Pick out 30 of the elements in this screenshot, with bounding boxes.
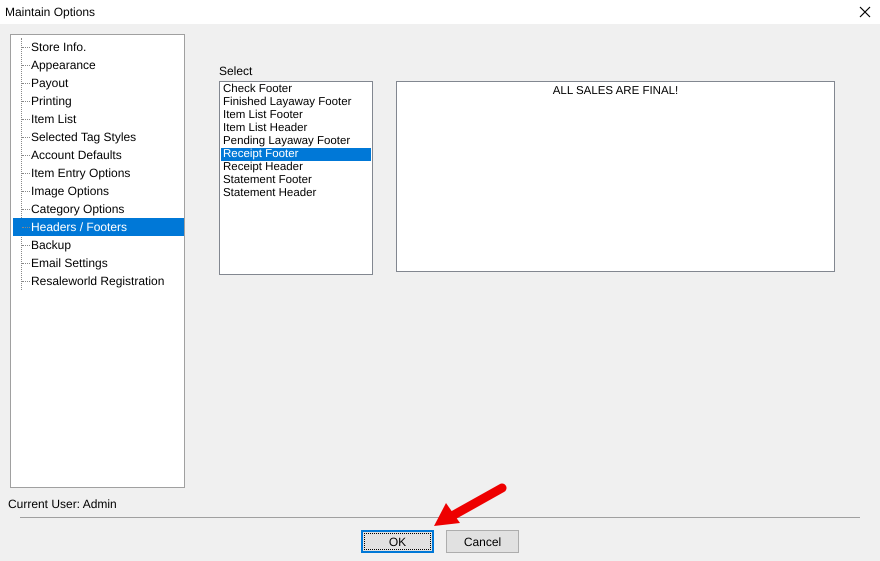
tree-item[interactable]: Appearance: [31, 56, 184, 74]
text-area[interactable]: ALL SALES ARE FINAL!: [396, 81, 835, 272]
list-item[interactable]: Receipt Header: [221, 161, 371, 174]
dialog-button[interactable]: Cancel: [446, 530, 519, 553]
close-icon[interactable]: [859, 6, 871, 18]
tree-item[interactable]: Account Defaults: [31, 146, 184, 164]
list-item[interactable]: Item List Header: [221, 122, 371, 135]
current-user-label: Current User: Admin: [8, 497, 118, 511]
tree-item[interactable]: Email Settings: [31, 254, 184, 272]
list-item[interactable]: Statement Header: [221, 187, 371, 200]
list-item[interactable]: Statement Footer: [221, 174, 371, 187]
list-item[interactable]: Item List Footer: [221, 109, 371, 122]
tree-item[interactable]: Image Options: [31, 182, 184, 200]
tree-item[interactable]: Store Info.: [31, 38, 184, 56]
text-area-value: ALL SALES ARE FINAL!: [552, 85, 678, 97]
tree-item[interactable]: Printing: [31, 92, 184, 110]
tree-item[interactable]: Selected Tag Styles: [31, 128, 184, 146]
tree-item[interactable]: Category Options: [31, 200, 184, 218]
tree-item[interactable]: Item Entry Options: [31, 164, 184, 182]
tree-item[interactable]: Backup: [31, 236, 184, 254]
select-label: Select: [219, 64, 254, 78]
list-item[interactable]: Receipt Footer: [221, 148, 371, 161]
dialog-button[interactable]: OK: [361, 530, 434, 553]
tree-item[interactable]: Payout: [31, 74, 184, 92]
list-item[interactable]: Pending Layaway Footer: [221, 135, 371, 148]
window-title: Maintain Options: [5, 5, 96, 19]
list-item[interactable]: Check Footer: [221, 83, 371, 96]
list-item[interactable]: Finished Layaway Footer: [221, 96, 371, 109]
tree-item[interactable]: Item List: [31, 110, 184, 128]
tree-item[interactable]: Resaleworld Registration: [31, 272, 184, 290]
